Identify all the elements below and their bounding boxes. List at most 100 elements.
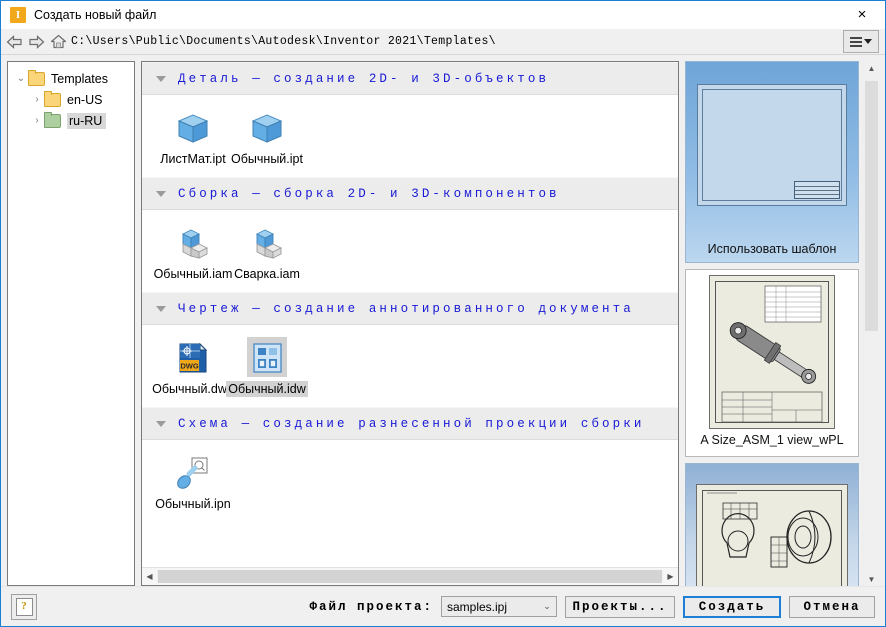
folder-icon: [44, 90, 61, 107]
tree-item-ru-ru[interactable]: › ru-RU: [8, 110, 134, 131]
template-list-panel: Деталь — создание 2D- и 3D-объектов Лист…: [141, 61, 679, 586]
template-item-label: Обычный.ipt: [231, 152, 303, 166]
section-body-assembly: Обычный.iam Сварка.iam: [142, 210, 678, 292]
scroll-track[interactable]: [157, 570, 663, 583]
scroll-right-icon[interactable]: ▶: [663, 569, 678, 584]
section-title: Деталь — создание 2D- и 3D-объектов: [178, 71, 550, 86]
svg-text:DWG: DWG: [180, 362, 198, 371]
preview-list: Использовать шаблон A Size_ASM_1 view_wP…: [685, 61, 859, 586]
window-title: Создать новый файл: [34, 8, 157, 22]
cancel-button[interactable]: Отмена: [789, 595, 875, 618]
project-file-select[interactable]: samples.ipj ⌄: [441, 596, 557, 617]
dialog-body: ⌄ Templates › en-US › ru-RU Деталь — соз…: [1, 55, 885, 586]
preview-panel: Использовать шаблон A Size_ASM_1 view_wP…: [685, 61, 879, 586]
dialog-footer: ? Файл проекта: samples.ipj ⌄ Проекты...…: [1, 586, 885, 626]
section-header-presentation[interactable]: Схема — создание разнесенной проекции сб…: [142, 407, 678, 440]
chevron-down-icon: [864, 39, 872, 44]
preview-card-asm[interactable]: A Size_ASM_1 view_wPL: [685, 269, 859, 457]
project-file-label: Файл проекта:: [309, 599, 433, 614]
back-arrow-icon[interactable]: [3, 32, 25, 52]
chevron-down-icon[interactable]: [156, 75, 166, 82]
template-item-listmat-ipt[interactable]: ЛистМат.ipt: [156, 105, 230, 177]
tree-item-en-us[interactable]: › en-US: [8, 89, 134, 110]
sheet-thumbnail: [697, 84, 847, 206]
tree-item-label: en-US: [67, 92, 103, 107]
folder-icon: [28, 69, 45, 86]
drawing-thumbnail: [709, 275, 835, 429]
preview-caption: A Size_ASM_1 view_wPL: [700, 433, 844, 447]
scroll-up-icon[interactable]: ▲: [865, 61, 878, 75]
preview-card-template[interactable]: Использовать шаблон: [685, 61, 859, 263]
section-body-presentation: Обычный.ipn: [142, 440, 678, 522]
home-icon[interactable]: [47, 32, 69, 52]
scroll-down-icon[interactable]: ▼: [865, 572, 878, 586]
sheet-title-block: [794, 181, 840, 199]
project-file-value: samples.ipj: [447, 599, 508, 614]
section-header-drawing[interactable]: Чертеж — создание аннотированного докуме…: [142, 292, 678, 325]
scroll-thumb[interactable]: [865, 81, 878, 331]
template-item-obychnyy-dwg[interactable]: DWG Обычный.dwg: [152, 335, 234, 407]
chevron-down-icon[interactable]: ⌄: [14, 73, 28, 84]
chevron-right-icon[interactable]: ›: [30, 115, 44, 126]
section-header-assembly[interactable]: Сборка — сборка 2D- и 3D-компонентов: [142, 177, 678, 210]
address-bar: C:\Users\Public\Documents\Autodesk\Inven…: [1, 29, 885, 55]
create-button[interactable]: Создать: [683, 595, 781, 618]
template-item-obychnyy-ipt[interactable]: Обычный.ipt: [230, 105, 304, 177]
preview-card-partial[interactable]: [685, 463, 859, 586]
template-item-obychnyy-idw[interactable]: Обычный.idw: [226, 335, 308, 407]
section-title: Чертеж — создание аннотированного докуме…: [178, 301, 634, 316]
forward-arrow-icon[interactable]: [25, 32, 47, 52]
list-lines-icon: [850, 36, 862, 47]
section-title: Сборка — сборка 2D- и 3D-компонентов: [178, 186, 560, 201]
path-input[interactable]: C:\Users\Public\Documents\Autodesk\Inven…: [69, 32, 843, 51]
template-item-label: Обычный.idw: [226, 381, 308, 397]
help-icon: ?: [15, 597, 33, 616]
template-item-label: Обычный.ipn: [155, 497, 231, 511]
section-body-drawing: DWG Обычный.dwg Обычный.idw: [142, 325, 678, 407]
template-item-label: Обычный.iam: [153, 267, 233, 281]
template-item-label: ЛистМат.ipt: [160, 152, 226, 166]
section-title: Схема — создание разнесенной проекции сб…: [178, 416, 645, 431]
cylinder-drawing-graphic: [721, 285, 823, 423]
template-item-label: Сварка.iam: [234, 267, 300, 281]
chevron-down-icon[interactable]: [156, 190, 166, 197]
assembly-icon: [173, 222, 213, 262]
template-item-obychnyy-ipn[interactable]: Обычный.ipn: [155, 450, 231, 522]
drawing-thumbnail-partial: [696, 484, 848, 586]
section-body-part: ЛистМат.ipt Обычный.ipt: [142, 95, 678, 177]
horizontal-scrollbar[interactable]: ◀ ▶: [142, 567, 678, 585]
scroll-left-icon[interactable]: ◀: [142, 569, 157, 584]
chevron-right-icon[interactable]: ›: [30, 94, 44, 105]
view-options-icon[interactable]: [843, 30, 879, 53]
presentation-icon: [171, 452, 215, 492]
chevron-down-icon[interactable]: ⌄: [538, 601, 556, 612]
parts-drawing-graphic: [707, 492, 832, 568]
dwg-drawing-icon: DWG: [173, 337, 213, 377]
tree-item-label: ru-RU: [67, 112, 107, 129]
folder-tree[interactable]: ⌄ Templates › en-US › ru-RU: [7, 61, 135, 586]
scroll-thumb[interactable]: [158, 570, 662, 583]
tree-item-templates[interactable]: ⌄ Templates: [8, 68, 134, 89]
template-item-svarka-iam[interactable]: Сварка.iam: [230, 220, 304, 292]
template-sections: Деталь — создание 2D- и 3D-объектов Лист…: [142, 62, 678, 567]
help-button[interactable]: ?: [11, 593, 37, 620]
tree-item-label: Templates: [51, 71, 108, 86]
part-cube-icon: [173, 107, 213, 147]
part-cube-icon: [247, 107, 287, 147]
template-item-obychnyy-iam[interactable]: Обычный.iam: [154, 220, 232, 292]
scroll-track[interactable]: [865, 75, 878, 572]
close-icon[interactable]: ×: [839, 1, 885, 28]
idw-drawing-icon: [247, 337, 287, 377]
preview-vertical-scrollbar[interactable]: ▲ ▼: [863, 61, 879, 586]
projects-button[interactable]: Проекты...: [565, 595, 675, 618]
preview-caption: Использовать шаблон: [707, 242, 837, 256]
folder-icon: [44, 111, 61, 128]
chevron-down-icon[interactable]: [156, 420, 166, 427]
assembly-icon: [247, 222, 287, 262]
template-item-label: Обычный.dwg: [152, 382, 234, 396]
new-file-dialog: I Создать новый файл × C:\Users\Public\D…: [0, 0, 886, 627]
chevron-down-icon[interactable]: [156, 305, 166, 312]
section-header-part[interactable]: Деталь — создание 2D- и 3D-объектов: [142, 62, 678, 95]
title-bar: I Создать новый файл ×: [1, 1, 885, 29]
inventor-app-icon: I: [10, 7, 26, 23]
